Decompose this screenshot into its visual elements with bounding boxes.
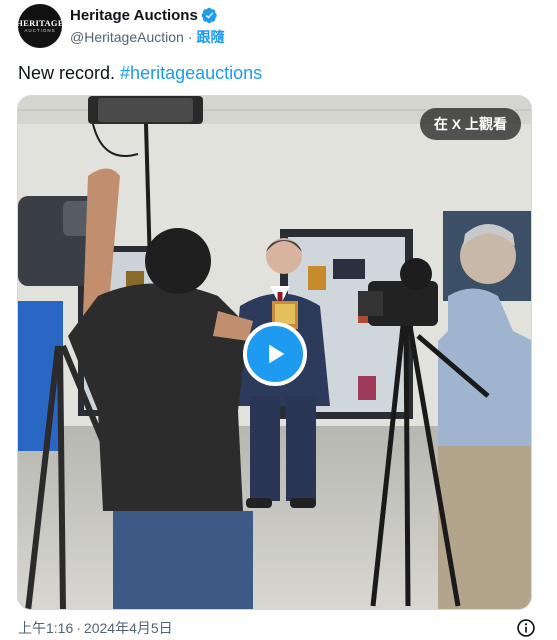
play-icon xyxy=(269,344,285,364)
avatar-logo-subtext: AUCTIONS xyxy=(24,27,56,33)
tweet-date[interactable]: 2024年4月5日 xyxy=(84,618,173,638)
display-name[interactable]: Heritage Auctions xyxy=(70,7,198,24)
tweet-footer: 上午1:16 · 2024年4月5日 xyxy=(18,618,173,638)
footer-separator: · xyxy=(76,620,81,636)
account-handle[interactable]: @HeritageAuction xyxy=(70,29,184,45)
video-media[interactable]: 在 X 上觀看 xyxy=(17,95,532,610)
name-row: Heritage Auctions xyxy=(70,6,225,26)
avatar-logo-text: HERITAGE xyxy=(18,17,62,28)
handle-separator: · xyxy=(187,28,193,45)
account-identity: Heritage Auctions @HeritageAuction · 跟隨 xyxy=(70,6,225,47)
tweet-text: New record. #heritageauctions xyxy=(18,61,262,85)
play-button[interactable] xyxy=(243,322,307,386)
avatar[interactable]: HERITAGE AUCTIONS xyxy=(18,4,62,48)
tweet-header: HERITAGE AUCTIONS Heritage Auctions @Her… xyxy=(18,2,225,50)
tweet-card: HERITAGE AUCTIONS Heritage Auctions @Her… xyxy=(0,0,557,640)
watch-on-x-button[interactable]: 在 X 上觀看 xyxy=(419,108,521,140)
tweet-time[interactable]: 上午1:16 xyxy=(18,618,73,638)
info-icon[interactable] xyxy=(516,618,536,638)
tweet-body: New record. xyxy=(18,63,116,83)
handle-row: @HeritageAuction · 跟隨 xyxy=(70,27,225,47)
verified-badge-icon xyxy=(201,7,218,24)
hashtag-link[interactable]: #heritageauctions xyxy=(120,63,262,83)
follow-button[interactable]: 跟隨 xyxy=(197,27,225,47)
